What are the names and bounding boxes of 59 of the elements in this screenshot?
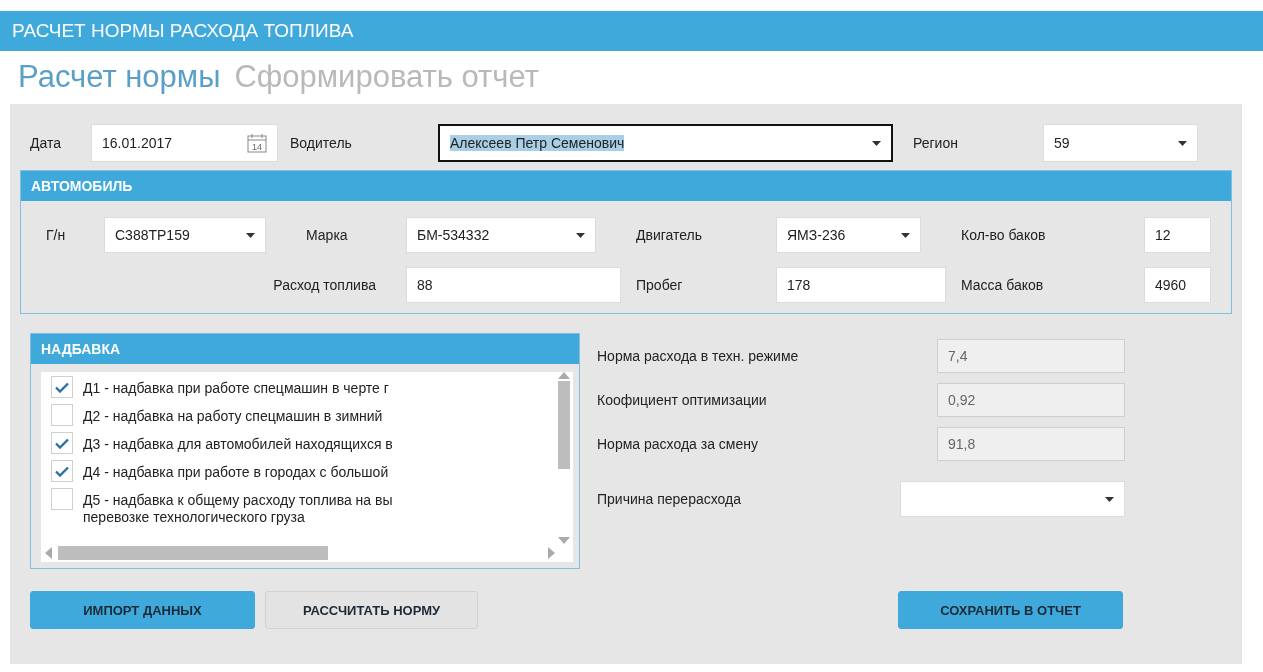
right-arrow-icon[interactable] xyxy=(548,547,555,559)
combo-box[interactable]: ЯМЗ-236 xyxy=(776,217,921,253)
field-label: Марка xyxy=(305,227,349,243)
vertical-scrollbar[interactable] xyxy=(555,372,573,544)
field-label: Норма расхода за смену xyxy=(597,436,759,452)
field-label: Норма расхода в техн. режиме xyxy=(597,348,800,364)
checkbox[interactable] xyxy=(51,488,73,510)
caret-icon xyxy=(901,232,910,238)
field-label: Пробег xyxy=(635,277,684,293)
action-button[interactable]: СОХРАНИТЬ В ОТЧЕТ xyxy=(898,591,1123,629)
date-field[interactable]: 16.01.2017 14 xyxy=(91,124,278,162)
field-label: Кол-во баков xyxy=(960,227,1047,243)
action-button[interactable]: ИМПОРТ ДАННЫХ xyxy=(30,591,255,629)
combo-box[interactable]: БМ-534332 xyxy=(406,217,596,253)
caret-icon xyxy=(872,140,881,146)
app-title-bar: РАСЧЕТ НОРМЫ РАСХОДА ТОПЛИВА xyxy=(0,11,1263,51)
surcharge-label: Д1 - надбавка при работе спецмашин в черте г xyxy=(83,379,389,397)
check-icon xyxy=(55,381,69,393)
combo-box[interactable] xyxy=(900,481,1125,517)
field-label: Двигатель xyxy=(635,227,704,243)
combo-box[interactable]: 59 xyxy=(1043,124,1198,162)
field-label: Причина перерасхода xyxy=(597,491,742,507)
field-label: Водитель xyxy=(289,135,353,151)
surcharge-label: Д4 - надбавка при работе в городах с большой xyxy=(83,463,389,481)
group-header: АВТОМОБИЛЬ xyxy=(21,171,1231,201)
up-arrow-icon[interactable] xyxy=(558,372,570,379)
check-icon xyxy=(55,437,69,449)
group-header: НАДБАВКА xyxy=(31,334,579,364)
field-label: Регион xyxy=(912,135,959,151)
caret-icon xyxy=(1178,140,1187,146)
down-arrow-icon[interactable] xyxy=(558,537,570,544)
text-field[interactable]: 12 xyxy=(1144,217,1211,253)
check-icon xyxy=(55,465,69,477)
combo-box[interactable]: С388ТР159 xyxy=(104,217,266,253)
combo-box[interactable]: Алексеев Петр Семенович xyxy=(438,124,893,162)
field-label: Расход топлива xyxy=(272,277,377,293)
caret-icon xyxy=(1105,496,1114,502)
caret-icon xyxy=(246,232,255,238)
field-label: Коофициент оптимизации xyxy=(597,392,768,408)
readonly-field: 0,92 xyxy=(937,383,1125,417)
checkbox[interactable] xyxy=(51,460,73,482)
checkbox[interactable] xyxy=(51,376,73,398)
text-field[interactable]: 88 xyxy=(406,267,621,303)
surcharge-label: Д5 - надбавка к общему расходу топлива на вы перевозке технологического груза xyxy=(83,491,393,526)
checkbox[interactable] xyxy=(51,432,73,454)
text-field[interactable]: 4960 xyxy=(1144,267,1211,303)
readonly-field: 91,8 xyxy=(937,427,1125,461)
text-field[interactable]: 178 xyxy=(776,267,946,303)
checkbox[interactable] xyxy=(51,404,73,426)
calendar-icon: 14 xyxy=(247,133,267,153)
readonly-field: 7,4 xyxy=(937,339,1125,373)
left-arrow-icon[interactable] xyxy=(45,547,52,559)
caret-icon xyxy=(576,232,585,238)
field-label: Г/н xyxy=(45,227,67,243)
surcharge-label: Д3 - надбавка для автомобилей находящихся в xyxy=(83,435,393,453)
action-button[interactable]: РАССЧИТАТЬ НОРМУ xyxy=(265,591,478,629)
surcharge-label: Д2 - надбавка на работу спецмашин в зимний xyxy=(83,407,383,425)
field-label: Масса баков xyxy=(960,277,1045,293)
field-label: Дата xyxy=(29,135,62,151)
